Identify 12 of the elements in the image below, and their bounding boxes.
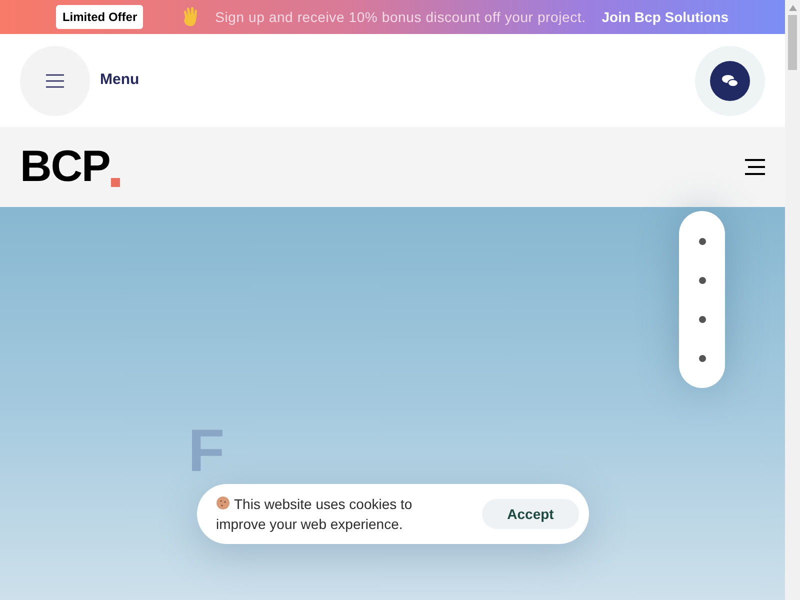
menu-icon	[46, 74, 64, 88]
menu-icon[interactable]	[745, 159, 765, 175]
chat-icon	[722, 74, 738, 88]
limited-offer-badge: Limited Offer	[56, 5, 144, 29]
cookie-icon	[216, 496, 230, 510]
logo[interactable]: BCP	[20, 145, 120, 189]
menu-label[interactable]: Menu	[100, 69, 140, 92]
cookie-message: This website uses cookies to improve your web experience.	[216, 495, 414, 534]
chat-button[interactable]	[710, 60, 750, 100]
accept-button[interactable]: Accept	[482, 499, 579, 529]
promo-message: Sign up and receive 10% bonus discount off your project.	[215, 8, 586, 27]
scrollbar-thumb[interactable]	[788, 15, 797, 70]
